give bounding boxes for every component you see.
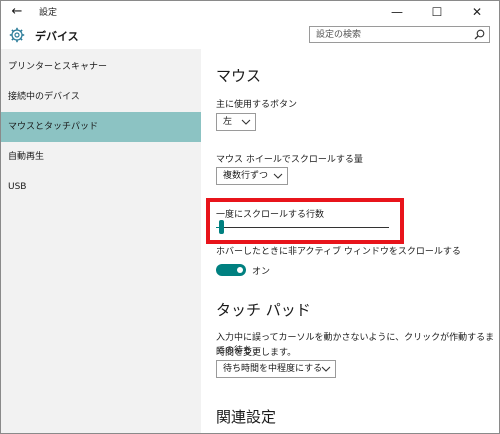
sidebar-item-connected-devices[interactable]: 接続中のデバイス [1, 82, 201, 112]
touchpad-heading: タッチ パッド [216, 301, 311, 319]
search-box[interactable] [309, 26, 490, 43]
app-title: 設定 [39, 8, 58, 18]
sidebar-item-autoplay[interactable]: 自動再生 [1, 142, 201, 172]
settings-window: ← 設定 — ☐ ✕ デバイス 設定の検索 プリンターとスキャナー 接続中のデバ… [0, 0, 500, 434]
chevron-down-icon [321, 366, 331, 372]
highlight-box [206, 198, 404, 244]
toggle-knob [237, 267, 243, 273]
maximize-button[interactable]: ☐ [419, 3, 455, 21]
sidebar: プリンターとスキャナー 接続中のデバイス マウスとタッチパッド 自動再生 USB [1, 49, 201, 433]
touchpad-delay-dropdown[interactable]: 待ち時間を中程度にする [216, 360, 336, 378]
minimize-button[interactable]: — [379, 3, 415, 21]
title-bar: ← 設定 — ☐ ✕ [1, 1, 499, 23]
wheel-scroll-label: マウス ホイールでスクロールする量 [216, 155, 363, 165]
page-title: デバイス [35, 30, 79, 43]
inactive-scroll-state: オン [252, 267, 271, 277]
page-header: デバイス [1, 23, 499, 49]
sidebar-item-mouse-touchpad[interactable]: マウスとタッチパッド [1, 112, 201, 142]
mouse-heading: マウス [216, 67, 262, 85]
inactive-scroll-toggle[interactable] [216, 264, 246, 276]
sidebar-item-usb[interactable]: USB [1, 172, 201, 202]
chevron-down-icon [241, 119, 251, 125]
inactive-scroll-label: ホバーしたときに非アクティブ ウィンドウをスクロールする [216, 247, 461, 257]
gear-icon [9, 27, 25, 43]
search-icon[interactable] [474, 29, 485, 40]
sidebar-item-printers[interactable]: プリンターとスキャナー [1, 52, 201, 82]
touchpad-delay-value: 待ち時間を中程度にする [223, 364, 323, 374]
touchpad-description-line2: 時間を変更します。 [216, 348, 297, 358]
close-button[interactable]: ✕ [459, 3, 495, 21]
primary-button-value: 左 [223, 117, 233, 127]
primary-button-label: 主に使用するボタン [216, 100, 298, 110]
related-settings-heading: 関連設定 [216, 408, 277, 426]
wheel-scroll-dropdown[interactable]: 複数行ずつ [216, 167, 288, 185]
primary-button-dropdown[interactable]: 左 [216, 113, 256, 131]
search-input[interactable] [310, 27, 476, 42]
back-button[interactable]: ← [7, 3, 27, 21]
wheel-scroll-value: 複数行ずつ [223, 171, 269, 181]
chevron-down-icon [273, 173, 283, 179]
